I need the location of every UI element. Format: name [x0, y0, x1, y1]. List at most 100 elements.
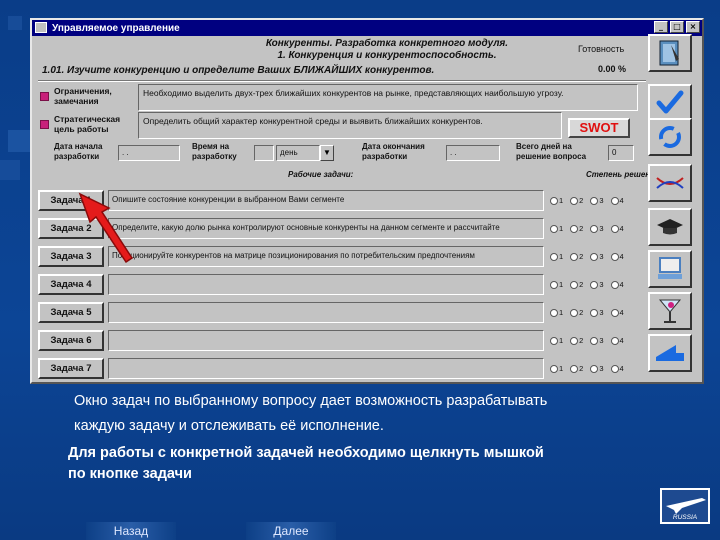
- pointer-arrow-icon: [78, 192, 134, 264]
- radio-button[interactable]: [570, 224, 579, 233]
- radio-option[interactable]: 1: [550, 224, 563, 233]
- radio-button[interactable]: [570, 196, 579, 205]
- caption-line-1: Окно задач по выбранному вопросу дает во…: [74, 393, 548, 409]
- radio-button[interactable]: [610, 280, 619, 289]
- radio-button[interactable]: [610, 196, 619, 205]
- radio-button[interactable]: [570, 308, 579, 317]
- radio-button[interactable]: [550, 224, 558, 233]
- total-days-field[interactable]: 0: [608, 145, 634, 161]
- radio-button[interactable]: [550, 280, 558, 289]
- radio-button[interactable]: [590, 280, 599, 289]
- martini-glass-icon[interactable]: [648, 292, 692, 330]
- radio-label: 4: [619, 336, 624, 345]
- close-button[interactable]: ×: [686, 21, 700, 33]
- radio-option[interactable]: 3: [590, 196, 604, 205]
- start-date-field[interactable]: . .: [118, 145, 180, 161]
- radio-button[interactable]: [610, 308, 619, 317]
- task-text-field-2[interactable]: Определите, какую долю рынка контролирую…: [108, 218, 544, 239]
- radio-label: 3: [599, 196, 604, 205]
- radio-button[interactable]: [610, 364, 619, 373]
- radio-option[interactable]: 4: [610, 196, 624, 205]
- radio-option[interactable]: 2: [570, 308, 583, 317]
- radio-option[interactable]: 2: [570, 196, 583, 205]
- radio-label: 2: [579, 364, 584, 373]
- radio-option[interactable]: 2: [570, 252, 583, 261]
- radio-button[interactable]: [590, 196, 599, 205]
- task-button-7[interactable]: Задача 7: [38, 358, 104, 379]
- tasks-header: Рабочие задачи:: [288, 170, 354, 179]
- constraints-field[interactable]: Необходимо выделить двух-трех ближайших …: [138, 84, 638, 111]
- goal-field[interactable]: Определить общий характер конкурентной с…: [138, 112, 562, 139]
- radio-option[interactable]: 2: [570, 280, 583, 289]
- radio-button[interactable]: [550, 336, 558, 345]
- radio-label: 2: [579, 308, 584, 317]
- graduation-cap-icon[interactable]: [648, 208, 692, 246]
- radio-label: 3: [599, 224, 604, 233]
- task-text-field-1[interactable]: Опишите состояние конкуренции в выбранно…: [108, 190, 544, 211]
- radio-option[interactable]: 4: [610, 364, 624, 373]
- duration-field[interactable]: [254, 145, 274, 161]
- swot-button[interactable]: SWOT: [568, 118, 630, 138]
- radio-option[interactable]: 1: [550, 308, 563, 317]
- radio-option[interactable]: 3: [590, 224, 604, 233]
- back-arrow-icon[interactable]: [648, 334, 692, 372]
- task-text-field-5[interactable]: [108, 302, 544, 323]
- radio-button[interactable]: [550, 196, 558, 205]
- radio-option[interactable]: 1: [550, 280, 563, 289]
- task-text-field-6[interactable]: [108, 330, 544, 351]
- end-date-field[interactable]: . .: [446, 145, 500, 161]
- radio-label: 2: [579, 196, 584, 205]
- radio-option[interactable]: 3: [590, 308, 604, 317]
- radio-button[interactable]: [550, 364, 558, 373]
- dna-icon[interactable]: [648, 164, 692, 202]
- radio-option[interactable]: 4: [610, 280, 624, 289]
- task-button-5[interactable]: Задача 5: [38, 302, 104, 323]
- computer-icon[interactable]: [648, 250, 692, 288]
- radio-button[interactable]: [570, 280, 579, 289]
- radio-button[interactable]: [590, 252, 599, 261]
- duration-unit-select[interactable]: день: [276, 145, 320, 161]
- radio-button[interactable]: [590, 308, 599, 317]
- radio-option[interactable]: 3: [590, 364, 604, 373]
- window-titlebar[interactable]: Управляемое управление _ □ ×: [32, 20, 702, 36]
- radio-button[interactable]: [590, 364, 599, 373]
- minimize-button[interactable]: _: [654, 21, 668, 33]
- radio-button[interactable]: [550, 308, 558, 317]
- radio-button[interactable]: [570, 336, 579, 345]
- radio-option[interactable]: 4: [610, 336, 624, 345]
- task-button-4[interactable]: Задача 4: [38, 274, 104, 295]
- radio-option[interactable]: 4: [610, 224, 624, 233]
- radio-option[interactable]: 1: [550, 364, 563, 373]
- radio-option[interactable]: 3: [590, 252, 604, 261]
- checkmark-icon[interactable]: [648, 84, 692, 122]
- radio-button[interactable]: [550, 252, 558, 261]
- radio-button[interactable]: [570, 364, 579, 373]
- chevron-down-icon[interactable]: ▼: [320, 145, 334, 161]
- radio-option[interactable]: 2: [570, 224, 583, 233]
- radio-option[interactable]: 3: [590, 336, 604, 345]
- radio-option[interactable]: 4: [610, 308, 624, 317]
- radio-option[interactable]: 2: [570, 364, 583, 373]
- radio-button[interactable]: [590, 224, 599, 233]
- radio-option[interactable]: 4: [610, 252, 624, 261]
- radio-option[interactable]: 3: [590, 280, 604, 289]
- notebook-icon[interactable]: [648, 34, 692, 72]
- radio-option[interactable]: 1: [550, 252, 563, 261]
- radio-option[interactable]: 1: [550, 196, 563, 205]
- task-text-field-7[interactable]: [108, 358, 544, 379]
- back-button[interactable]: Назад: [86, 522, 176, 540]
- radio-button[interactable]: [610, 252, 619, 261]
- maximize-button[interactable]: □: [670, 21, 684, 33]
- task-text-field-4[interactable]: [108, 274, 544, 295]
- task-text-field-3[interactable]: Позиционируйте конкурентов на матрице по…: [108, 246, 544, 267]
- radio-button[interactable]: [570, 252, 579, 261]
- radio-option[interactable]: 2: [570, 336, 583, 345]
- next-button[interactable]: Далее: [246, 522, 336, 540]
- window-system-icon[interactable]: [35, 22, 47, 33]
- radio-button[interactable]: [590, 336, 599, 345]
- radio-button[interactable]: [610, 336, 619, 345]
- task-button-6[interactable]: Задача 6: [38, 330, 104, 351]
- radio-button[interactable]: [610, 224, 619, 233]
- refresh-arrows-icon[interactable]: [648, 118, 692, 156]
- radio-option[interactable]: 1: [550, 336, 563, 345]
